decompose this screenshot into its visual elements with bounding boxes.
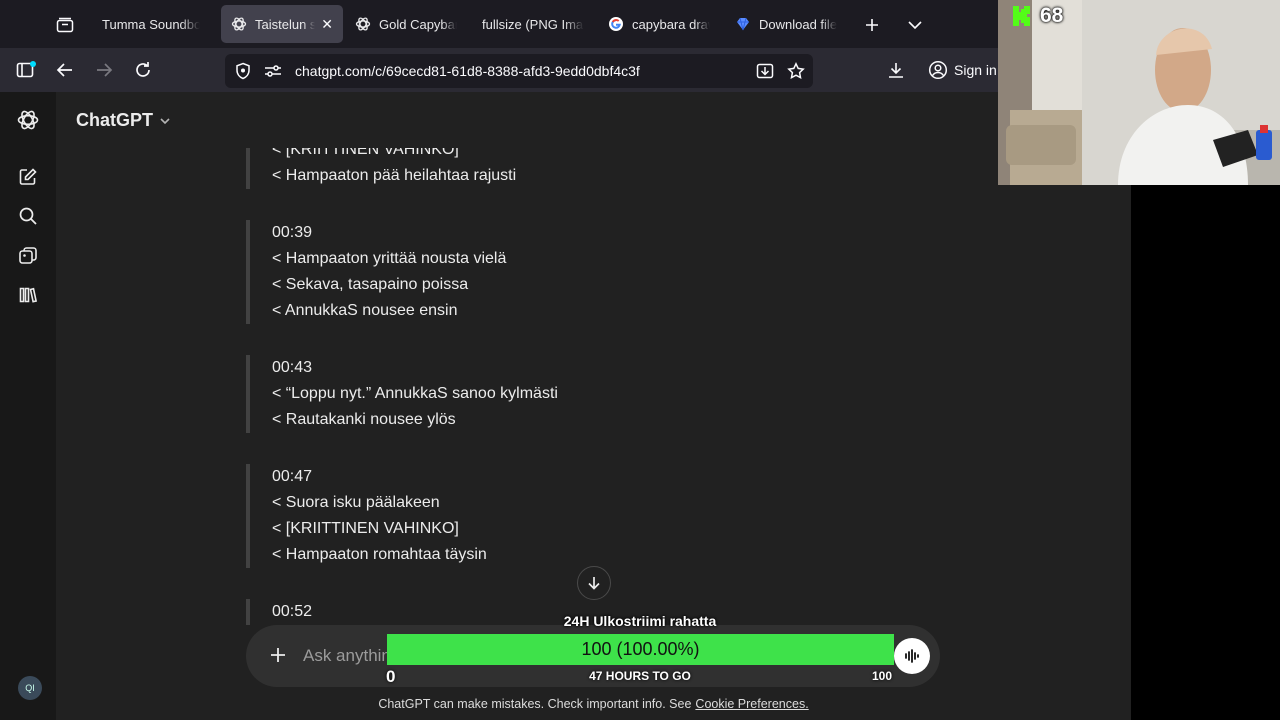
transcript-line: < Sekava, tasapaino poissa	[272, 276, 469, 293]
goal-value: 100 (100.00%)	[581, 639, 700, 659]
arrow-left-icon	[56, 63, 72, 77]
tab-close-icon[interactable]: ✕	[321, 16, 333, 33]
timestamp: 00:39	[272, 224, 313, 241]
new-chat-icon[interactable]	[15, 164, 41, 190]
avatar-initials: QI	[25, 683, 35, 693]
transcript-block: 00:47 < Suora isku päälakeen < [KRIITTIN…	[246, 464, 946, 568]
chat-transcript: < [KRIITTINEN VAHINKO] < Hampaaton pää h…	[246, 148, 946, 628]
transcript-block: < [KRIITTINEN VAHINKO] < Hampaaton pää h…	[246, 148, 946, 189]
scroll-to-bottom-button[interactable]	[577, 566, 611, 600]
goal-max: 100	[872, 669, 893, 683]
transcript-line: < Rautakanki nousee ylös	[272, 411, 456, 428]
timestamp: 00:43	[272, 359, 313, 376]
transcript-block: 00:43 < “Loppu nyt.” AnnukkaS sanoo kylm…	[246, 355, 946, 433]
timestamp: 00:47	[272, 468, 313, 485]
tab-label: Taistelun simulaatio	[255, 16, 316, 32]
tab-download-file[interactable]: Download file	[725, 5, 847, 43]
kick-viewer-badge: 68	[1012, 4, 1063, 28]
forward-button[interactable]	[90, 56, 118, 84]
plus-icon	[271, 648, 285, 662]
tab-label: fullsize (PNG Image)	[482, 16, 584, 32]
sign-in-label: Sign in	[954, 62, 997, 78]
transcript-line: < [KRIITTINEN VAHINKO]	[272, 520, 459, 537]
tab-gold-capybara[interactable]: Gold Capybara	[345, 5, 467, 43]
arrow-down-icon	[588, 577, 600, 590]
bookmark-star-icon[interactable]	[786, 61, 806, 81]
chatgpt-icon	[231, 16, 247, 32]
reload-button[interactable]	[129, 56, 157, 84]
kick-logo-icon	[1012, 5, 1034, 27]
save-to-pocket-icon[interactable]	[755, 61, 775, 81]
tab-strip: Tumma Soundboard Taistelun simulaatio ✕ …	[0, 0, 1131, 48]
address-bar[interactable]: chatgpt.com/c/69cecd81-61d8-8388-afd3-9e…	[225, 54, 813, 88]
firefox-view-button[interactable]	[48, 12, 82, 38]
disclaimer: ChatGPT can make mistakes. Check importa…	[56, 697, 1131, 711]
voice-mode-button[interactable]	[894, 638, 930, 674]
transcript-line: < Hampaaton romahtaa täysin	[272, 546, 487, 563]
browser-window: Tumma Soundboard Taistelun simulaatio ✕ …	[0, 0, 1131, 720]
images-icon[interactable]	[15, 243, 41, 269]
viewer-count: 68	[1040, 4, 1064, 27]
voice-waveform-icon	[905, 649, 919, 663]
back-button[interactable]	[51, 56, 79, 84]
transcript-line: < “Loppu nyt.” AnnukkaS sanoo kylmästi	[272, 385, 558, 402]
tab-label: Gold Capybara	[379, 16, 457, 32]
url-text: chatgpt.com/c/69cecd81-61d8-8388-afd3-9e…	[295, 63, 640, 79]
tab-label: capybara drawing	[632, 16, 710, 32]
site-permissions-icon[interactable]	[263, 61, 283, 81]
goal-time-remaining: 47 HOURS TO GO	[589, 669, 691, 683]
google-icon	[608, 16, 624, 32]
sign-in-button[interactable]: Sign in	[920, 54, 1010, 86]
sidebar-toggle-button[interactable]	[12, 56, 40, 84]
download-icon	[889, 63, 903, 78]
goal-title: 24H Ulkostriimi rahatta	[563, 613, 717, 629]
search-icon[interactable]	[15, 203, 41, 229]
account-icon	[928, 60, 948, 80]
chatgpt-icon	[355, 16, 371, 32]
library-icon[interactable]	[15, 282, 41, 308]
shield-icon[interactable]	[233, 61, 253, 81]
model-label: ChatGPT	[76, 110, 154, 130]
chevron-down-icon	[908, 21, 922, 30]
transcript-line: < AnnukkaS nousee ensin	[272, 302, 458, 319]
new-tab-button[interactable]	[859, 12, 885, 38]
tab-capybara-drawing[interactable]: capybara drawing	[598, 5, 720, 43]
model-selector[interactable]: ChatGPT	[76, 110, 171, 131]
transcript-line: < [KRIITTINEN VAHINKO]	[272, 148, 459, 158]
tab-taistelun-simulaatio[interactable]: Taistelun simulaatio ✕	[221, 5, 343, 43]
attach-button[interactable]	[266, 643, 290, 667]
goal-progress-bar: 100 (100.00%)	[387, 634, 894, 665]
prompt-input[interactable]: Ask anything	[303, 646, 400, 666]
tab-fullsize-image[interactable]: fullsize (PNG Image)	[472, 5, 594, 43]
cookie-preferences-link[interactable]: Cookie Preferences.	[695, 697, 808, 711]
avatar[interactable]: QI	[18, 676, 42, 700]
plus-icon	[866, 19, 878, 31]
tab-label: Tumma Soundboard	[102, 16, 200, 32]
firefox-view-icon	[56, 17, 74, 33]
gem-icon	[735, 16, 751, 32]
tab-label: Download file	[759, 16, 837, 32]
tab-tumma-soundboard[interactable]: Tumma Soundboard	[92, 5, 210, 43]
reload-icon	[136, 62, 150, 77]
openai-logo-icon[interactable]	[15, 107, 41, 133]
sidebar-icon	[16, 61, 36, 78]
transcript-block: 00:39 < Hampaaton yrittää nousta vielä <…	[246, 220, 946, 324]
sidebar-rail: QI	[0, 92, 56, 720]
disclaimer-text: ChatGPT can make mistakes. Check importa…	[378, 697, 692, 711]
transcript-line: < Hampaaton pää heilahtaa rajusti	[272, 167, 517, 184]
navigation-toolbar: chatgpt.com/c/69cecd81-61d8-8388-afd3-9e…	[0, 48, 1131, 92]
transcript-line: < Hampaaton yrittää nousta vielä	[272, 250, 507, 267]
arrow-right-icon	[97, 63, 113, 77]
chevron-down-icon	[159, 115, 171, 127]
transcript-line: < Suora isku päälakeen	[272, 494, 440, 511]
list-tabs-button[interactable]	[902, 12, 928, 38]
downloads-button[interactable]	[882, 56, 910, 84]
